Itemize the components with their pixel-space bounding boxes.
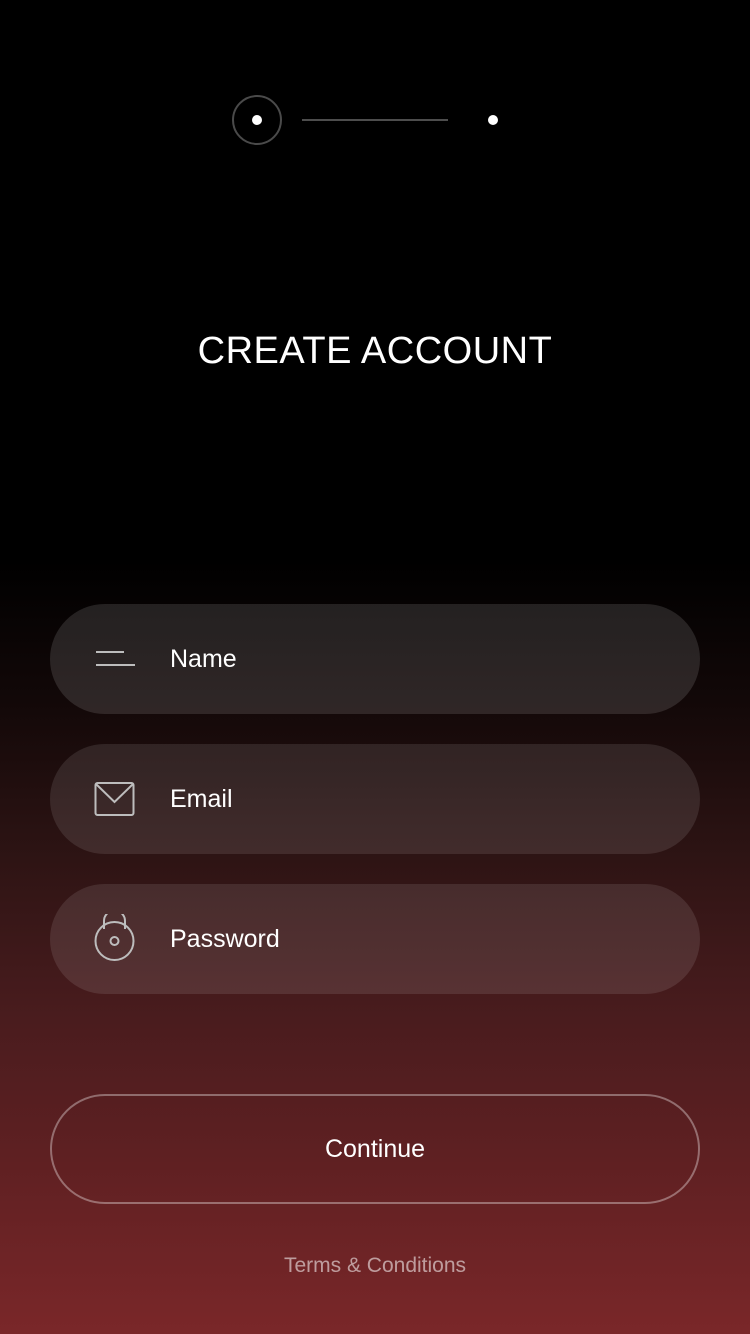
password-field[interactable] bbox=[50, 884, 700, 994]
step-1-current bbox=[232, 95, 282, 145]
name-input[interactable] bbox=[170, 604, 670, 714]
email-input[interactable] bbox=[170, 744, 670, 854]
lock-icon bbox=[94, 914, 136, 966]
step-indicator bbox=[232, 95, 502, 145]
password-input[interactable] bbox=[170, 884, 670, 994]
step-2-dot bbox=[488, 115, 498, 125]
envelope-icon bbox=[94, 774, 136, 826]
step-connector-line bbox=[302, 119, 448, 121]
terms-and-conditions-link[interactable]: Terms & Conditions bbox=[0, 1254, 750, 1278]
step-1-dot bbox=[252, 115, 262, 125]
name-lines-icon bbox=[94, 634, 136, 686]
continue-button[interactable]: Continue bbox=[50, 1094, 700, 1204]
page-title: CREATE ACCOUNT bbox=[197, 330, 553, 372]
name-field[interactable] bbox=[50, 604, 700, 714]
email-field[interactable] bbox=[50, 744, 700, 854]
